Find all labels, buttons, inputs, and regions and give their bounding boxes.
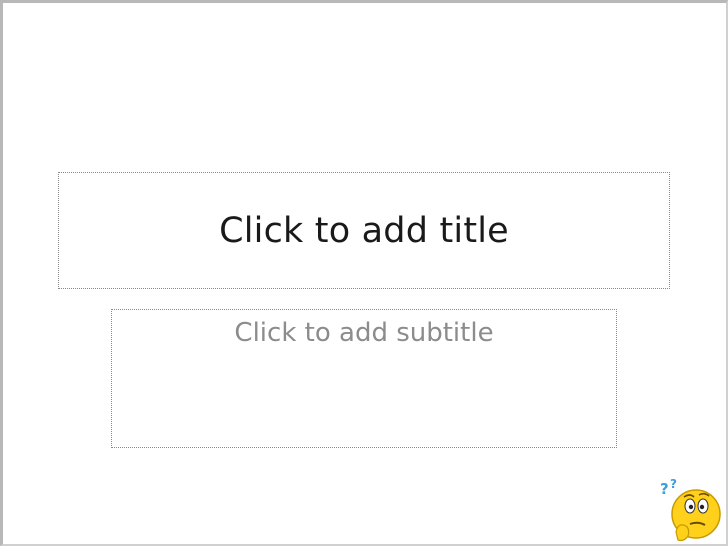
subtitle-placeholder[interactable]: Click to add subtitle [111, 309, 617, 448]
title-placeholder-text: Click to add title [219, 210, 509, 251]
svg-text:?: ? [660, 480, 669, 498]
thinking-face-icon[interactable]: ? ? [660, 474, 724, 544]
slide-canvas: Click to add title Click to add subtitle… [0, 0, 728, 546]
subtitle-placeholder-text: Click to add subtitle [234, 318, 494, 348]
title-placeholder[interactable]: Click to add title [58, 172, 670, 289]
svg-text:?: ? [670, 477, 677, 491]
